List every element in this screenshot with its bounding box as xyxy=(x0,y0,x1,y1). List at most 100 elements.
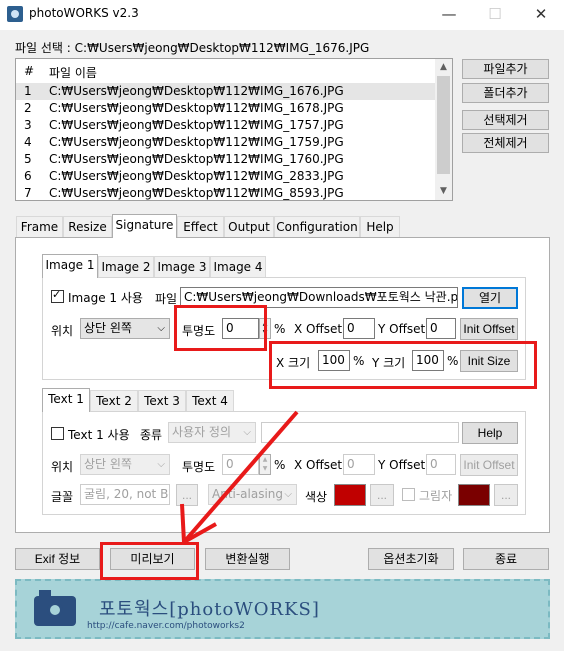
remove-all-button[interactable]: 전체제거 xyxy=(462,133,549,153)
tab-signature[interactable]: Signature xyxy=(112,214,177,238)
selected-file-path: 파일 선택 : C:₩Users₩jeong₩Desktop₩112₩IMG_1… xyxy=(15,41,370,55)
image-x-offset-field[interactable]: 0 xyxy=(343,318,375,339)
camera-logo-icon xyxy=(34,590,76,626)
camera-icon xyxy=(7,6,23,22)
add-file-button[interactable]: 파일추가 xyxy=(462,59,549,79)
image-position-select[interactable]: 상단 왼쪽 ⌵ xyxy=(80,318,170,339)
shadow-checkbox xyxy=(402,488,415,501)
image-y-offset-label: Y Offset xyxy=(378,322,426,336)
arrow-head-left xyxy=(180,503,186,543)
list-item[interactable]: 3 C:₩Users₩jeong₩Desktop₩112₩IMG_1757.JP… xyxy=(16,117,436,134)
text-kind-label: 종류 xyxy=(140,428,163,442)
image-x-offset-label: X Offset xyxy=(294,322,343,336)
open-button[interactable]: 열기 xyxy=(462,287,518,309)
close-button[interactable]: ✕ xyxy=(518,0,564,30)
arrow-line xyxy=(182,410,299,544)
list-scrollbar[interactable]: ▲ ▼ xyxy=(435,59,452,200)
convert-button[interactable]: 변환실행 xyxy=(205,548,290,570)
row-number: 6 xyxy=(24,169,32,183)
tab-resize[interactable]: Resize xyxy=(63,216,112,238)
add-folder-button[interactable]: 폴더추가 xyxy=(462,83,549,103)
text-x-offset-field: 0 xyxy=(343,454,375,475)
color-picker-button: ... xyxy=(370,484,394,506)
annotation-arrow xyxy=(180,410,299,544)
text-y-offset-field: 0 xyxy=(426,454,456,475)
tab-image-3[interactable]: Image 3 xyxy=(154,256,210,278)
text-position-select: 상단 왼쪽 ⌵ xyxy=(80,454,170,475)
list-item[interactable]: 4 C:₩Users₩jeong₩Desktop₩112₩IMG_1759.JP… xyxy=(16,134,436,151)
shadow-picker-button: ... xyxy=(494,484,518,506)
list-item[interactable]: 2 C:₩Users₩jeong₩Desktop₩112₩IMG_1678.JP… xyxy=(16,100,436,117)
list-item[interactable]: 5 C:₩Users₩jeong₩Desktop₩112₩IMG_1760.JP… xyxy=(16,151,436,168)
minimize-button[interactable]: — xyxy=(426,0,472,30)
banner[interactable]: 포토웍스[photoWORKS] http://cafe.naver.com/p… xyxy=(15,579,550,639)
banner-url[interactable]: http://cafe.naver.com/photoworks2 xyxy=(87,621,245,631)
reset-options-button[interactable]: 옵션초기화 xyxy=(368,548,454,570)
text-use-checkbox[interactable] xyxy=(51,427,64,440)
row-filename: C:₩Users₩jeong₩Desktop₩112₩IMG_8593.JPG xyxy=(49,186,344,200)
chevron-down-icon: ⌵ xyxy=(157,323,165,334)
window-title: photoWORKS v2.3 xyxy=(29,6,139,20)
tab-text-1[interactable]: Text 1 xyxy=(42,388,90,412)
list-item[interactable]: 6 C:₩Users₩jeong₩Desktop₩112₩IMG_2833.JP… xyxy=(16,168,436,185)
row-number: 2 xyxy=(24,101,32,115)
row-filename: C:₩Users₩jeong₩Desktop₩112₩IMG_1759.JPG xyxy=(49,135,344,149)
tab-help[interactable]: Help xyxy=(360,216,400,238)
row-number: 7 xyxy=(24,186,32,200)
arrow-head-right xyxy=(183,522,217,544)
row-number: 4 xyxy=(24,135,32,149)
image-init-offset-button[interactable]: Init Offset xyxy=(460,318,518,340)
remove-selected-button[interactable]: 선택제거 xyxy=(462,110,549,130)
image-position-value: 상단 왼쪽 xyxy=(84,321,132,335)
tab-effect[interactable]: Effect xyxy=(177,216,224,238)
text-color-swatch[interactable] xyxy=(334,484,366,506)
tab-image-1[interactable]: Image 1 xyxy=(42,254,98,278)
row-number: 1 xyxy=(24,84,32,98)
row-number: 3 xyxy=(24,118,32,132)
banner-title: 포토웍스[photoWORKS] xyxy=(99,599,320,620)
exit-button[interactable]: 종료 xyxy=(463,548,549,570)
row-number: 5 xyxy=(24,152,32,166)
file-list[interactable]: # 파일 이름 1 C:₩Users₩jeong₩Desktop₩112₩IMG… xyxy=(15,58,453,201)
row-filename: C:₩Users₩jeong₩Desktop₩112₩IMG_1760.JPG xyxy=(49,152,344,166)
font-label: 글꼴 xyxy=(51,490,74,504)
tab-text-2[interactable]: Text 2 xyxy=(90,390,138,412)
chevron-down-icon: ⌵ xyxy=(157,459,165,470)
highlight-opacity-box xyxy=(174,305,267,351)
text-use-label: Text 1 사용 xyxy=(68,428,130,442)
image-use-checkbox[interactable] xyxy=(51,288,64,303)
list-item[interactable]: 1 C:₩Users₩jeong₩Desktop₩112₩IMG_1676.JP… xyxy=(16,83,436,100)
exif-info-button[interactable]: Exif 정보 xyxy=(15,548,100,570)
row-filename: C:₩Users₩jeong₩Desktop₩112₩IMG_1678.JPG xyxy=(49,101,344,115)
shadow-color-swatch[interactable] xyxy=(458,484,490,506)
list-header: # 파일 이름 xyxy=(16,62,436,82)
tab-output[interactable]: Output xyxy=(224,216,274,238)
text-init-offset-button: Init Offset xyxy=(460,454,518,476)
scroll-thumb[interactable] xyxy=(437,76,450,174)
maximize-button: ☐ xyxy=(488,5,502,23)
image-y-offset-field[interactable]: 0 xyxy=(426,318,456,339)
text-position-value: 상단 왼쪽 xyxy=(84,457,132,471)
shadow-label: 그림자 xyxy=(419,489,453,503)
image-position-label: 위치 xyxy=(51,324,74,338)
column-number-header[interactable]: # xyxy=(24,64,34,78)
tab-frame[interactable]: Frame xyxy=(16,216,63,238)
column-filename-header[interactable]: 파일 이름 xyxy=(49,64,97,81)
scroll-down-icon[interactable]: ▼ xyxy=(435,183,452,200)
scroll-up-icon[interactable]: ▲ xyxy=(435,59,452,76)
list-item[interactable]: 7 C:₩Users₩jeong₩Desktop₩112₩IMG_8593.JP… xyxy=(16,185,436,200)
text-help-button[interactable]: Help xyxy=(462,422,518,444)
highlight-size-box xyxy=(269,341,537,389)
image-opacity-percent: % xyxy=(274,322,286,336)
image-use-label: Image 1 사용 xyxy=(68,291,143,305)
tab-configuration[interactable]: Configuration xyxy=(274,216,360,238)
row-filename: C:₩Users₩jeong₩Desktop₩112₩IMG_1676.JPG xyxy=(49,84,344,98)
row-filename: C:₩Users₩jeong₩Desktop₩112₩IMG_1757.JPG xyxy=(49,118,344,132)
text-y-offset-label: Y Offset xyxy=(378,458,426,472)
row-filename: C:₩Users₩jeong₩Desktop₩112₩IMG_2833.JPG xyxy=(49,169,344,183)
tab-image-4[interactable]: Image 4 xyxy=(210,256,266,278)
text-position-label: 위치 xyxy=(51,460,74,474)
font-field: 굴림, 20, not Bo xyxy=(80,484,170,505)
title-bar: photoWORKS v2.3 — ☐ ✕ xyxy=(0,0,564,30)
tab-image-2[interactable]: Image 2 xyxy=(98,256,154,278)
